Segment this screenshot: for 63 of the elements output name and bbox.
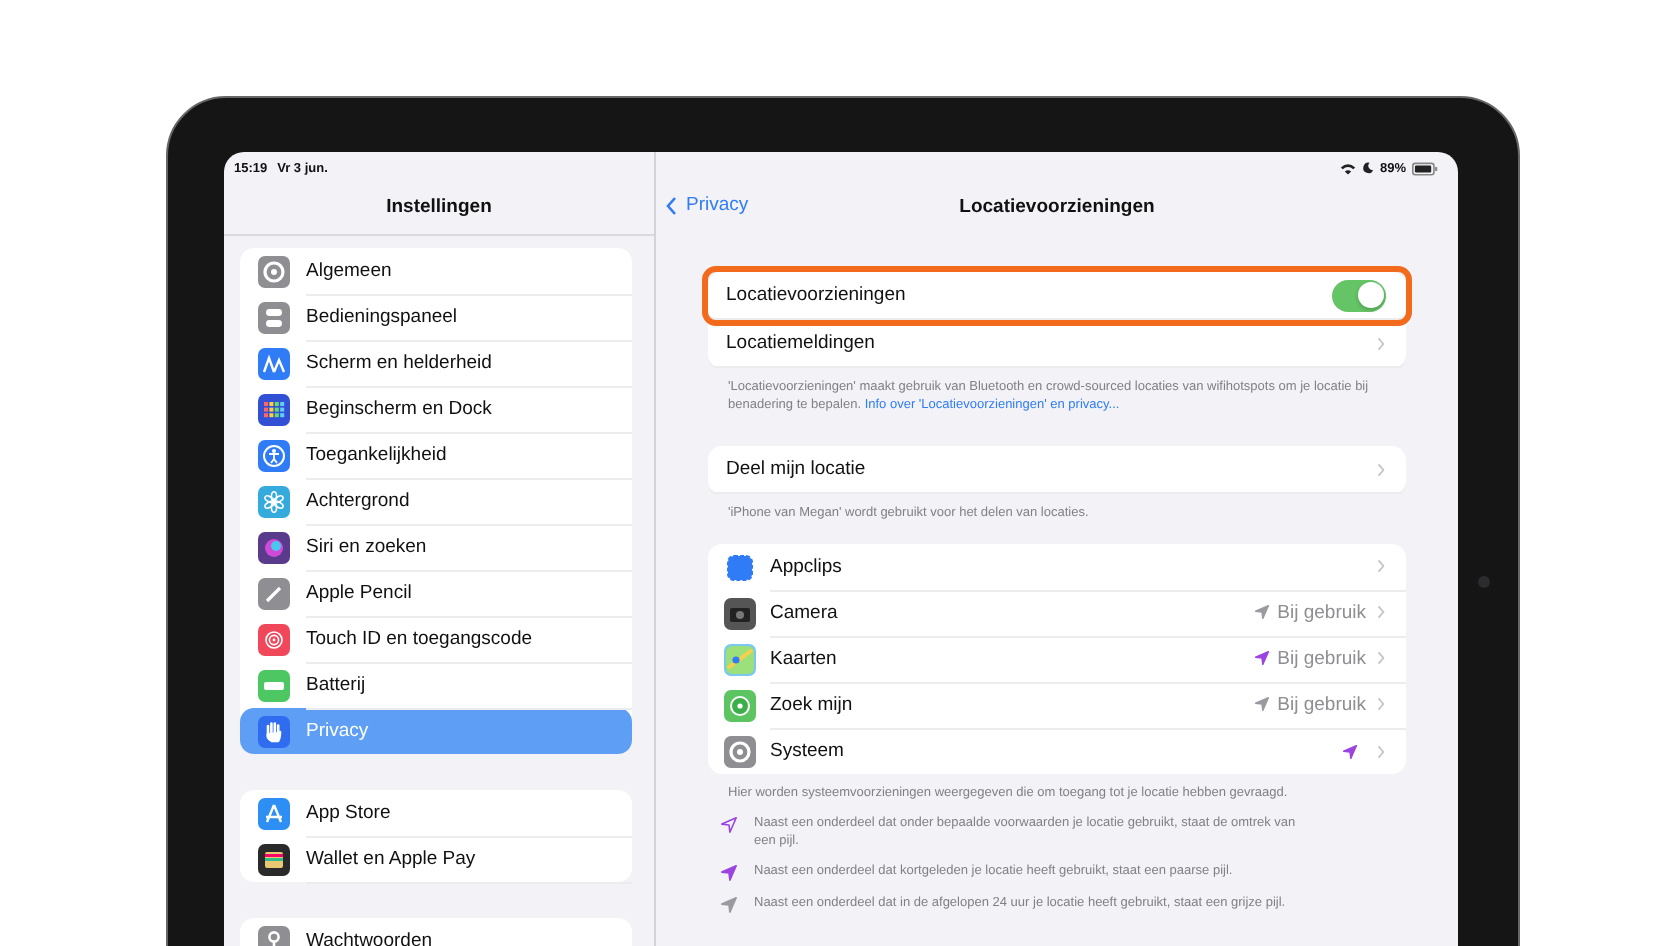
dashed-square-icon xyxy=(724,551,756,583)
grid-icon xyxy=(258,393,290,425)
chevron-icon xyxy=(1376,604,1386,620)
settings-row[interactable]: Locatiemeldingen xyxy=(708,320,1406,368)
app-name: Kaarten xyxy=(770,647,837,669)
battery-icon xyxy=(258,669,290,701)
sidebar-item[interactable]: App Store xyxy=(240,790,632,836)
sidebar-item[interactable]: Apple Pencil xyxy=(240,570,632,616)
app-store-icon xyxy=(258,797,290,829)
sidebar-title: Instellingen xyxy=(386,196,492,218)
page-title: Locatievoorzieningen xyxy=(959,195,1155,217)
chevron-left-icon xyxy=(666,195,678,215)
hand-icon xyxy=(258,715,290,747)
gear-icon xyxy=(724,735,756,767)
toggle-row[interactable]: Locatievoorzieningen xyxy=(708,272,1406,320)
wifi-icon xyxy=(1339,161,1356,175)
pencil-icon xyxy=(258,577,290,609)
permission-status: Bij gebruik xyxy=(1277,647,1366,669)
chevron-icon xyxy=(1376,650,1386,666)
settings-row[interactable]: Deel mijn locatie xyxy=(708,446,1406,494)
orb-icon xyxy=(258,531,290,563)
app-row[interactable]: Kaarten Bij gebruik xyxy=(708,636,1406,682)
chevron-icon xyxy=(1376,743,1386,759)
permission-status: Bij gebruik xyxy=(1277,693,1366,715)
app-row[interactable]: Systeem xyxy=(708,728,1406,774)
app-row[interactable]: Zoek mijn Bij gebruik xyxy=(708,682,1406,728)
sidebar-item[interactable]: Scherm en helderheid xyxy=(240,340,632,386)
moon-icon xyxy=(1361,162,1374,174)
sidebar-item[interactable]: Wallet en Apple Pay xyxy=(240,836,632,882)
row-label: Locatiemeldingen xyxy=(726,332,877,354)
sidebar-item[interactable]: Algemeen xyxy=(240,248,632,294)
toggles-icon xyxy=(258,301,290,333)
chevron-icon xyxy=(1376,558,1386,574)
app-row[interactable]: Camera Bij gebruik xyxy=(708,590,1406,636)
fingerprint-icon xyxy=(258,623,290,655)
battery-icon xyxy=(1412,161,1438,175)
chevron-icon xyxy=(1376,696,1386,712)
back-button[interactable]: Privacy xyxy=(666,194,749,216)
app-name: Zoek mijn xyxy=(770,693,853,715)
sidebar-item[interactable]: Beginscherm en Dock xyxy=(240,386,632,432)
accessibility-icon xyxy=(258,439,290,471)
chevron-icon xyxy=(1376,461,1386,477)
sidebar-item[interactable]: Achtergrond xyxy=(240,478,632,524)
toggle-switch[interactable] xyxy=(1332,279,1386,311)
sidebar-item[interactable]: Siri en zoeken xyxy=(240,524,632,570)
app-name: Camera xyxy=(770,601,838,623)
chevron-icon xyxy=(1376,335,1386,351)
camera-icon xyxy=(724,597,756,629)
app-row[interactable]: Appclips xyxy=(708,544,1406,590)
app-name: Appclips xyxy=(770,555,842,577)
sidebar-item[interactable]: Wachtwoorden xyxy=(240,918,632,946)
flower-icon xyxy=(258,485,290,517)
sidebar-item[interactable]: Bedieningspaneel xyxy=(240,294,632,340)
location-dot-icon xyxy=(724,689,756,721)
row-label: Deel mijn locatie xyxy=(726,458,868,480)
map-icon xyxy=(724,643,756,675)
app-name: Systeem xyxy=(770,740,844,762)
gear-icon xyxy=(258,255,290,287)
row-label: Locatievoorzieningen xyxy=(726,284,908,306)
sidebar-item[interactable]: Touch ID en toegangscode xyxy=(240,616,632,662)
permission-status: Bij gebruik xyxy=(1277,601,1366,623)
wallet-icon xyxy=(258,843,290,875)
sidebar-item[interactable]: Toegankelijkheid xyxy=(240,432,632,478)
